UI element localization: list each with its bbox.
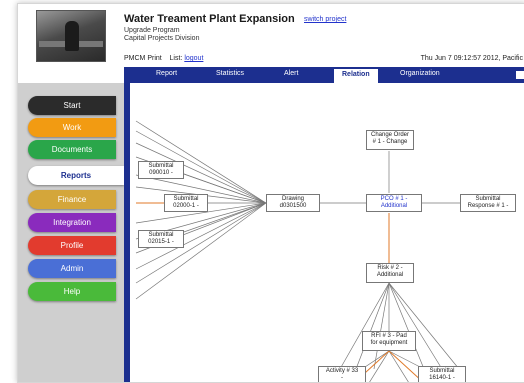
relation-graph-canvas[interactable]: Submittal 090010 - Submittal 02000-1 - S… [124,83,524,382]
tab-relation[interactable]: Relation [334,69,378,83]
user-label: PMCM Print [124,55,162,62]
app-window: Water Treament Plant Expansion switch pr… [17,3,524,383]
graph-node-submittal-response[interactable]: Submittal Response # 1 - [460,194,516,212]
tab-alert[interactable]: Alert [284,70,298,77]
tab-scroll-icon[interactable] [516,71,524,79]
graph-node-drawing[interactable]: Drawing d0301500 [266,194,320,212]
tab-report[interactable]: Report [156,70,177,77]
graph-node-risk[interactable]: Risk # 2 - Additional [366,263,414,283]
graph-node-activity[interactable]: Activity # 33 - [318,366,366,382]
sidebar-item-help[interactable]: Help [28,282,116,301]
graph-node-submittal-090010[interactable]: Submittal 090010 - [138,161,184,179]
sidebar: Start Work Documents Reports Finance Int… [18,83,124,382]
tab-organization[interactable]: Organization [400,70,440,77]
graph-node-submittal-0201[interactable]: Submittal 02015-1 - [138,230,184,248]
graph-node-change-order[interactable]: Change Order # 1 - Change [366,130,414,150]
sidebar-item-finance[interactable]: Finance [28,190,116,209]
sidebar-item-admin[interactable]: Admin [28,259,116,278]
logout-link[interactable]: logout [184,55,203,62]
program-name: Upgrade Program [124,27,180,34]
sidebar-item-documents[interactable]: Documents [28,140,116,159]
sidebar-item-reports[interactable]: Reports [28,166,124,185]
graph-node-submittal-16140[interactable]: Submittal 16140-1 - [418,366,466,382]
sidebar-item-work[interactable]: Work [28,118,116,137]
sidebar-item-start[interactable]: Start [28,96,116,115]
graph-node-pco[interactable]: PCO # 1 - Additional [366,194,422,212]
tab-bar: Report Statistics Alert Relation Organiz… [124,67,524,83]
division-name: Capital Projects Division [124,35,200,42]
relation-edges [135,120,460,382]
project-photo [36,10,106,62]
tab-statistics[interactable]: Statistics [216,70,244,77]
switch-project-link[interactable]: switch project [304,16,346,23]
list-label: List: [169,55,183,62]
graph-node-rfi[interactable]: RFI # 3 - Pad for equipment [362,331,416,351]
sidebar-item-profile[interactable]: Profile [28,236,116,255]
user-meta: PMCM Print List: logout [124,55,203,62]
graph-node-submittal-02000[interactable]: Submittal 02000-1 - [164,194,208,212]
project-title: Water Treament Plant Expansion [124,13,295,25]
canvas-left-edge [124,83,130,382]
sidebar-item-integration[interactable]: Integration [28,213,116,232]
datetime: Thu Jun 7 09:12:57 2012, Pacific [420,55,523,62]
